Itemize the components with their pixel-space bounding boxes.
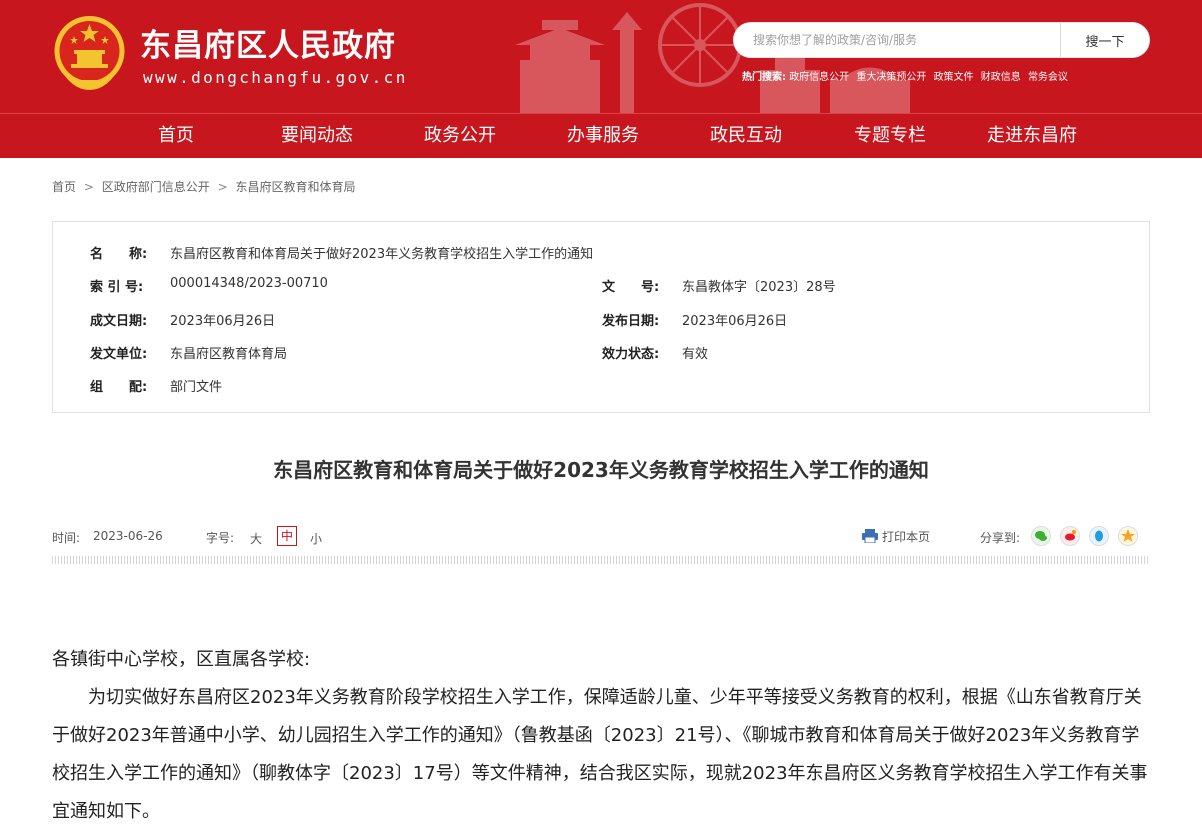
article-title: 东昌府区教育和体育局关于做好2023年义务教育学校招生入学工作的通知 (273, 458, 929, 482)
print-label: 打印本页 (882, 530, 931, 544)
info-doc-no-label: 文 号: (602, 280, 660, 295)
publish-time: 2023-06-26 (93, 529, 163, 543)
hot-search-item[interactable]: 财政信息 (981, 72, 1021, 83)
divider (52, 556, 1150, 564)
info-index-value: 000014348/2023-00710 (170, 276, 328, 291)
hot-search-item[interactable]: 政府信息公开 (789, 72, 849, 83)
info-category-value: 部门文件 (170, 380, 223, 395)
site-domain: www.dongchangfu.gov.cn (143, 68, 408, 87)
font-size-medium-button[interactable]: 中 (277, 526, 297, 546)
search-input[interactable] (734, 23, 1061, 57)
breadcrumb: 首页 > 区政府部门信息公开 > 东昌府区教育和体育局 (52, 178, 355, 195)
info-issuer-value: 东昌府区教育体育局 (170, 347, 288, 362)
info-name-value: 东昌府区教育和体育局关于做好2023年义务教育学校招生入学工作的通知 (170, 247, 594, 262)
article-salutation: 各镇街中心学校，区直属各学校: (52, 649, 311, 670)
hot-search: 热门搜索: 政府信息公开 重大决策预公开 政策文件 财政信息 常务会议 (742, 68, 1072, 83)
wechat-glyph-icon (1035, 531, 1047, 541)
national-emblem-icon (54, 16, 125, 91)
weibo-icon[interactable] (1060, 526, 1080, 546)
info-doc-no-value: 东昌教体字〔2023〕28号 (682, 280, 836, 295)
font-size-label: 字号: (206, 531, 235, 545)
qq-icon[interactable] (1089, 526, 1109, 546)
share-label: 分享到: (980, 531, 1021, 545)
article-body: 各镇街中心学校，区直属各学校: 为切实做好东昌府区2023年义务教育阶段学校招生… (52, 641, 1150, 831)
print-button[interactable]: 打印本页 (862, 528, 930, 545)
info-name-label: 名 称: (90, 247, 148, 262)
hot-search-item[interactable]: 常务会议 (1028, 72, 1068, 83)
info-category-label: 组 配: (90, 380, 148, 395)
info-status-value: 有效 (682, 347, 709, 362)
nav-item-home[interactable]: 首页 (158, 114, 194, 158)
nav-item-topics[interactable]: 专题专栏 (854, 114, 926, 158)
qzone-icon[interactable] (1118, 526, 1138, 546)
nav-item-services[interactable]: 办事服务 (567, 114, 639, 158)
weibo-glyph-icon (1065, 530, 1076, 541)
hot-search-item[interactable]: 政策文件 (934, 72, 974, 83)
site-header: 东昌府区人民政府 www.dongchangfu.gov.cn 搜一下 热门搜索… (0, 0, 1202, 113)
nav-item-gov-affairs[interactable]: 政务公开 (424, 114, 496, 158)
wechat-icon[interactable] (1031, 526, 1051, 546)
breadcrumb-separator: > (83, 180, 94, 194)
qq-glyph-icon (1095, 530, 1103, 542)
article-paragraph: 为切实做好东昌府区2023年义务教育阶段学校招生入学工作，保障适龄儿童、少年平等… (52, 687, 1148, 822)
breadcrumb-separator: > (217, 180, 228, 194)
search-button[interactable]: 搜一下 (1060, 23, 1149, 57)
info-status-label: 效力状态: (602, 347, 660, 362)
info-published-value: 2023年06月26日 (682, 314, 788, 329)
printer-icon (862, 529, 878, 544)
breadcrumb-home[interactable]: 首页 (52, 180, 76, 194)
hot-search-label: 热门搜索: (742, 72, 786, 83)
font-size-small-button[interactable]: 小 (310, 530, 322, 550)
article-meta: 时间: 2023-06-26 字号: 大 中 小 打印本页 分享到: (52, 525, 1150, 549)
main-nav: 首页 要闻动态 政务公开 办事服务 政民互动 专题专栏 走进东昌府 (0, 113, 1202, 158)
search-box: 搜一下 (733, 22, 1150, 58)
document-info-box: 名 称: 东昌府区教育和体育局关于做好2023年义务教育学校招生入学工作的通知 … (52, 221, 1150, 413)
hot-search-item[interactable]: 重大决策预公开 (856, 72, 926, 83)
site-title: 东昌府区人民政府 (140, 28, 396, 64)
star-icon (1121, 529, 1135, 542)
info-index-label: 索 引 号: (90, 280, 144, 295)
breadcrumb-dept-info[interactable]: 区政府部门信息公开 (102, 180, 210, 194)
info-written-value: 2023年06月26日 (170, 314, 276, 329)
nav-item-about[interactable]: 走进东昌府 (987, 114, 1077, 158)
nav-item-news[interactable]: 要闻动态 (281, 114, 353, 158)
info-issuer-label: 发文单位: (90, 347, 148, 362)
info-written-label: 成文日期: (90, 314, 148, 329)
info-published-label: 发布日期: (602, 314, 660, 329)
time-label: 时间: (52, 531, 81, 545)
nav-item-interaction[interactable]: 政民互动 (710, 114, 782, 158)
breadcrumb-current[interactable]: 东昌府区教育和体育局 (235, 180, 355, 194)
font-size-large-button[interactable]: 大 (250, 530, 262, 550)
